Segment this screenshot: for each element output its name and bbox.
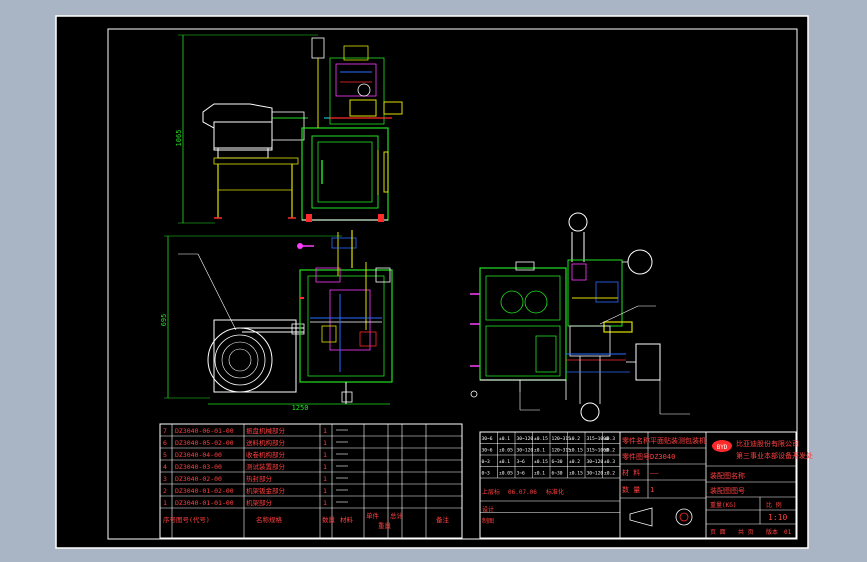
parts-row-no: 3: [163, 475, 167, 483]
assembly-no-label: 装配图图号: [710, 486, 745, 495]
tolerance-cell: ±0.15: [569, 448, 583, 454]
svg-text:BYD: BYD: [717, 444, 728, 451]
weight-label: 重量(KG): [710, 501, 736, 509]
parts-row-name: 振盘机械部分: [246, 426, 286, 435]
parts-header-qty: 数量: [322, 515, 336, 524]
tolerance-cell: ±0.3: [604, 459, 615, 465]
parts-row-code: DZ3040-01-02-00: [175, 487, 234, 495]
parts-row-name: 机架部分: [246, 498, 273, 507]
drawing-no-label: 零件图号: [622, 452, 650, 461]
parts-header-weight: 重量: [378, 522, 392, 530]
scale-label: 比 例: [766, 501, 782, 509]
depth-dimension: 695: [160, 314, 168, 327]
version-value: 01: [784, 529, 792, 536]
quantity-value: 1: [650, 486, 654, 494]
tolerance-cell: ±0.05: [499, 448, 513, 454]
parts-row-name: 收卷机构部分: [246, 450, 286, 459]
parts-header-material: 材料: [340, 515, 354, 524]
parts-row-no: 4: [163, 463, 167, 471]
tolerance-cell: ±0.1: [534, 471, 545, 477]
parts-row-no: 7: [163, 427, 167, 435]
scale-value: 1:10: [768, 513, 787, 522]
assembly-label: 装配图名称: [710, 471, 745, 480]
parts-row-qty: 1: [323, 463, 327, 471]
part-name: 平面贴装测包装机: [650, 436, 706, 445]
tolerance-cell: 30~6: [482, 448, 493, 454]
tolerance-cell: 6~30: [552, 459, 563, 465]
company-name: 比亚迪股份有限公司: [736, 439, 799, 448]
tolerance-cell: 0~3: [482, 471, 491, 477]
parts-row-code: DZ3040-06-01-00: [175, 427, 234, 435]
tolerance-cell: 30~120: [587, 471, 604, 477]
parts-header-code: 图号(代号): [176, 515, 210, 524]
tolerance-cell: ±0.15: [534, 436, 548, 442]
tolerance-cell: ±0.1: [534, 448, 545, 454]
parts-row-code: DZ3040-01-01-00: [175, 499, 234, 507]
tolerance-cell: ±0.2: [569, 459, 580, 465]
height-dimension: 1065: [175, 130, 183, 147]
tolerance-cell: ±0.05: [499, 471, 513, 477]
tolerance-cell: 30~120: [587, 459, 604, 465]
version-label: 版本: [766, 528, 778, 536]
tolerance-cell: ±0.15: [534, 459, 548, 465]
parts-row-qty: 1: [323, 475, 327, 483]
parts-row-no: 6: [163, 439, 167, 447]
parts-row-no: 2: [163, 487, 167, 495]
material-label: 材 料: [622, 468, 640, 477]
material-value: ——: [650, 469, 659, 477]
parts-row-qty: 1: [323, 427, 327, 435]
tolerance-cell: 30~120: [517, 436, 534, 442]
quantity-label: 数 量: [622, 485, 640, 494]
total-label: 共 页: [738, 528, 754, 536]
parts-row-code: DZ3040-02-00: [175, 475, 222, 483]
parts-header-no: 序号: [163, 515, 177, 524]
parts-row-qty: 1: [323, 451, 327, 459]
parts-header-unit-weight: 单件: [366, 511, 380, 520]
tolerance-cell: 30~6: [482, 436, 493, 442]
drawing-no: DZ3040: [650, 453, 675, 461]
parts-header-total-weight: 总计: [390, 511, 404, 520]
tolerance-cell: ±0.3: [604, 436, 615, 442]
tolerance-cell: ±0.2: [604, 448, 615, 454]
tolerance-cell: 6~30: [552, 471, 563, 477]
tolerance-cell: 0~3: [482, 459, 491, 465]
parts-row-qty: 1: [323, 499, 327, 507]
parts-row-name: 机架钣金部分: [246, 486, 286, 495]
parts-row-code: DZ3040-04-00: [175, 451, 222, 459]
drawing-sheet: [55, 15, 809, 549]
tolerance-cell: ±0.15: [569, 471, 583, 477]
parts-row-name: 热封部分: [246, 474, 273, 483]
parts-row-qty: 1: [323, 487, 327, 495]
signoff-label: 制图: [482, 517, 494, 525]
parts-row-name: 送料机构部分: [246, 438, 286, 447]
width-dimension: 1250: [292, 404, 309, 412]
designer-row-label: 上层标: [482, 488, 500, 496]
parts-row-no: 1: [163, 499, 167, 507]
department-name: 第三事业本部设备开发处: [736, 451, 813, 460]
parts-row-name: 测试装置部分: [246, 462, 286, 471]
tolerance-cell: ±0.2: [604, 471, 615, 477]
parts-row-qty: 1: [323, 439, 327, 447]
parts-row-code: DZ3040-03-00: [175, 463, 222, 471]
tolerance-cell: ±0.2: [569, 436, 580, 442]
parts-row-code: DZ3040-05-02-00: [175, 439, 234, 447]
parts-header-note: 备注: [436, 515, 450, 524]
sheet-label: 页 面: [710, 529, 726, 536]
part-name-label: 零件名称: [622, 436, 650, 445]
tolerance-cell: ±0.1: [499, 436, 510, 442]
tolerance-cell: 3~6: [517, 471, 526, 477]
parts-header-name: 名称规格: [256, 515, 283, 524]
tolerance-cell: 3~6: [517, 459, 526, 465]
signoff-label: 设计: [482, 506, 494, 514]
tolerance-cell: 30~120: [517, 448, 534, 454]
tolerance-cell: ±0.1: [499, 459, 510, 465]
parts-row-no: 5: [163, 451, 167, 459]
cad-drawing-viewport: 1065 695 1250 7 DZ3040-06-01-00 振盘机械部分 1…: [55, 15, 813, 549]
date-value: 06.07.06: [508, 489, 537, 496]
review-label: 标准化: [546, 488, 564, 496]
